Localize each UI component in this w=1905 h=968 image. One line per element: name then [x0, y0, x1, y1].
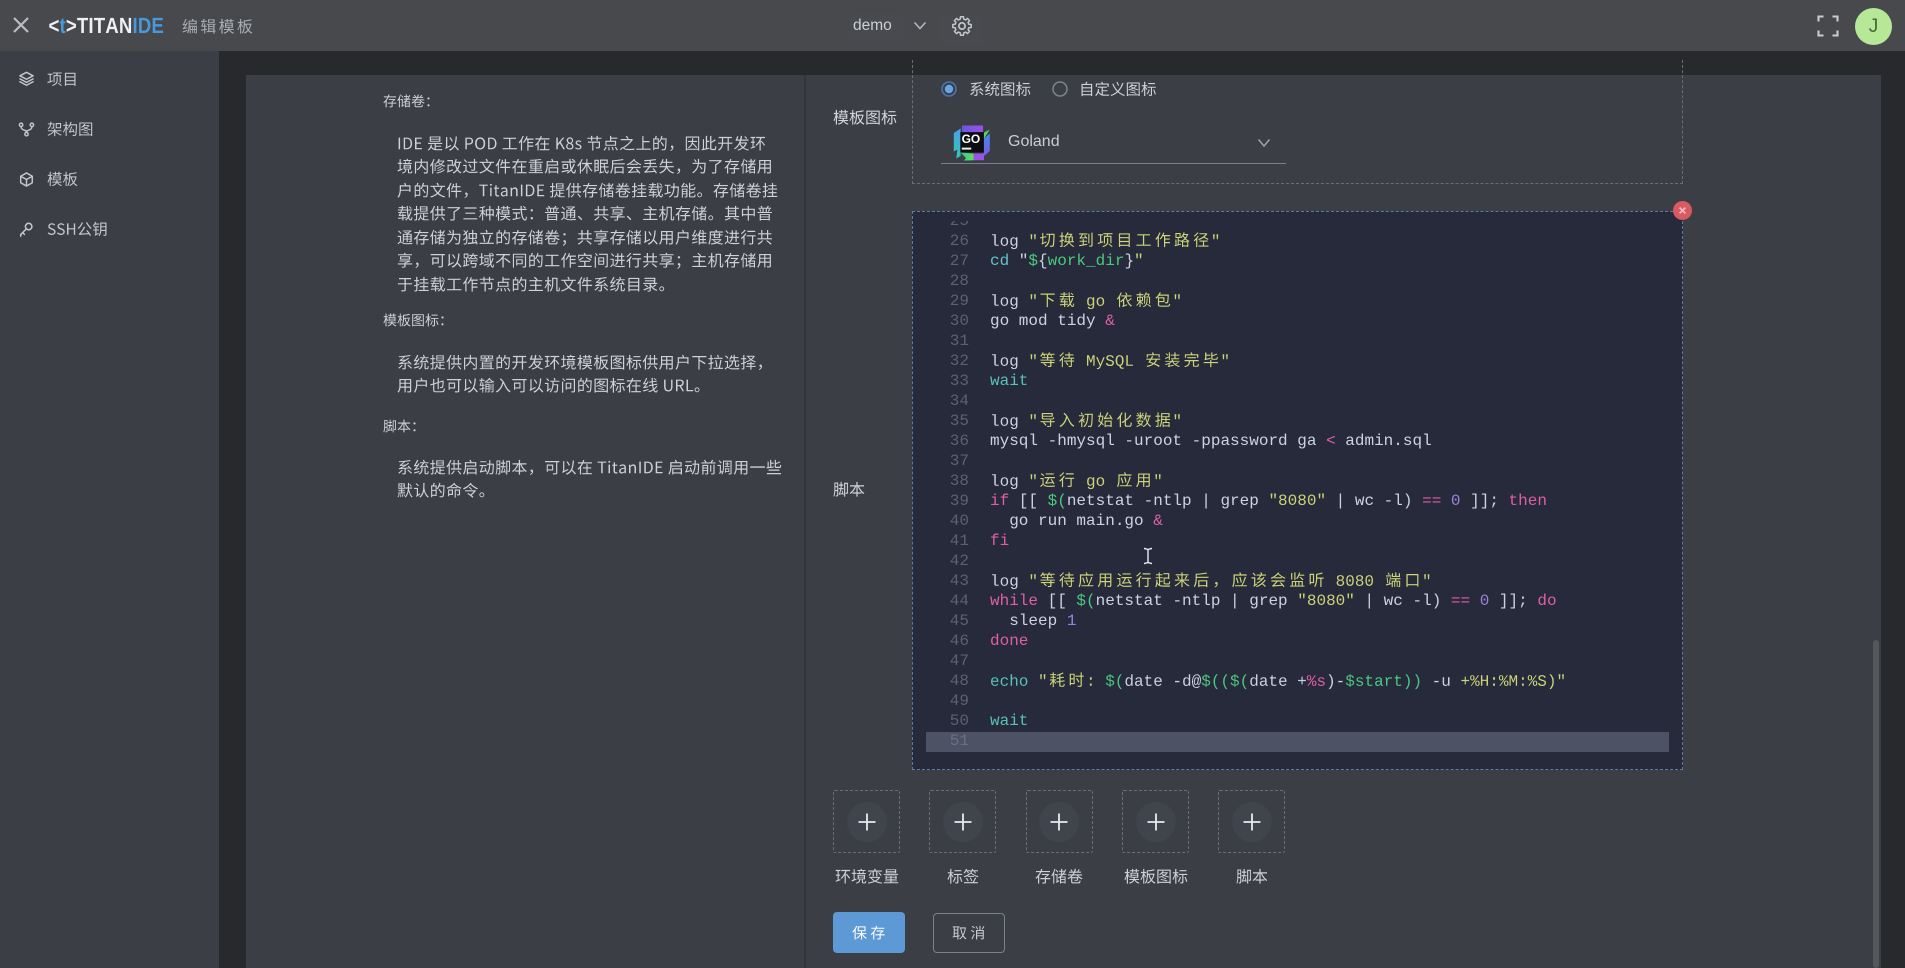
svg-text:GO: GO	[962, 132, 981, 146]
